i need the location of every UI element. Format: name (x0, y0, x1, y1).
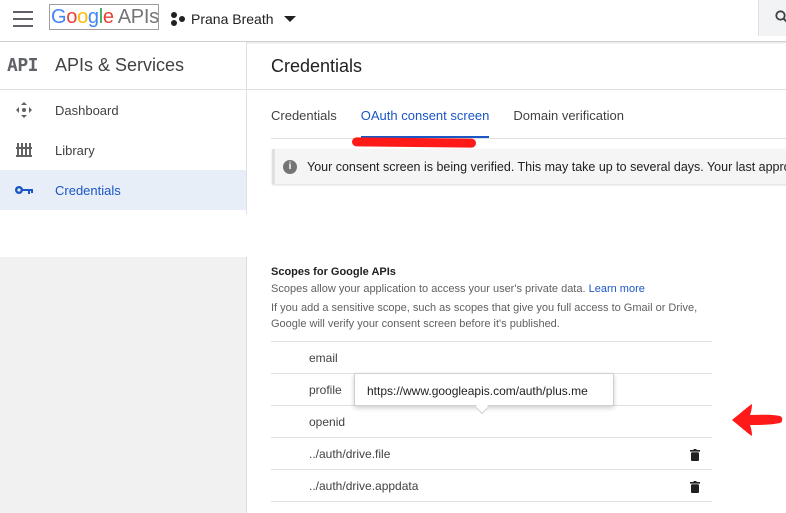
scope-name: openid (309, 415, 346, 429)
scope-name: ../auth/drive.appdata (309, 479, 419, 493)
google-apis-logo[interactable]: Google APIs (49, 4, 159, 30)
delete-scope-button[interactable] (690, 449, 700, 461)
hamburger-menu-icon[interactable] (13, 11, 33, 27)
scope-name: ../auth/drive.file (309, 447, 391, 461)
sidebar-item-label: Library (55, 142, 95, 158)
table-row: ../auth/drive.file (271, 438, 712, 470)
project-selector[interactable]: Prana Breath (170, 8, 296, 30)
sidebar-item-dashboard[interactable]: Dashboard (0, 90, 246, 130)
annotation-red-arrow-icon (732, 404, 783, 436)
scopes-note: If you add a sensitive scope, such as sc… (271, 302, 698, 330)
project-icon (170, 11, 186, 27)
project-name: Prana Breath (191, 11, 274, 27)
search-icon (775, 10, 786, 23)
dashboard-icon (15, 102, 32, 118)
sidebar-item-credentials[interactable]: Credentials (0, 170, 246, 210)
table-row: ../auth/drive.appdata (271, 470, 712, 502)
sidebar: API APIs & Services Dashboard Library Cr… (0, 42, 247, 214)
scopes-table: email profile openid ../auth/drive.file … (271, 341, 712, 502)
table-row: openid (271, 406, 712, 438)
tab-domain-verification[interactable]: Domain verification (513, 108, 624, 138)
delete-scope-button[interactable] (690, 481, 700, 493)
chevron-down-icon (283, 16, 296, 22)
library-icon (15, 143, 32, 157)
tab-bar: Credentials OAuth consent screen Domain … (271, 108, 648, 138)
sidebar-item-label: Dashboard (55, 102, 119, 118)
sidebar-lower-panel (0, 257, 247, 513)
logo-apis-text: APIs (117, 6, 159, 28)
scope-tooltip: https://www.googleapis.com/auth/plus.me (354, 373, 614, 415)
page-title: Credentials (271, 56, 363, 76)
info-icon: i (283, 159, 297, 174)
sidebar-header: API APIs & Services (0, 42, 246, 90)
sidebar-title: APIs & Services (55, 55, 185, 75)
main-header: Credentials (247, 42, 786, 90)
scopes-section: Scopes for Google APIs Scopes allow your… (271, 266, 741, 332)
tooltip-text: https://www.googleapis.com/auth/plus.me (367, 384, 588, 398)
api-logo-icon: API (7, 55, 39, 76)
tab-oauth-consent-screen[interactable]: OAuth consent screen (360, 108, 489, 138)
scope-name: email (309, 351, 338, 365)
search-button[interactable] (758, 0, 786, 36)
scopes-title: Scopes for Google APIs (271, 266, 396, 278)
page-root: Google APIs Prana Breath API APIs & Servi… (0, 0, 786, 513)
learn-more-link[interactable]: Learn more (589, 283, 645, 295)
verification-notice: i Your consent screen is being verified.… (272, 149, 786, 184)
tabs-divider (271, 138, 786, 139)
top-bar: Google APIs Prana Breath (0, 0, 786, 42)
key-icon (14, 186, 33, 194)
scope-name: profile (309, 383, 342, 397)
sidebar-item-label: Credentials (55, 182, 121, 198)
notice-text: Your consent screen is being verified. T… (307, 159, 786, 174)
scopes-description-text: Scopes allow your application to access … (271, 283, 586, 295)
annotation-red-underline (351, 137, 477, 148)
tab-credentials[interactable]: Credentials (271, 108, 337, 138)
table-row: email (271, 342, 712, 374)
scopes-description: Scopes allow your application to access … (271, 282, 741, 296)
sidebar-item-library[interactable]: Library (0, 130, 246, 170)
